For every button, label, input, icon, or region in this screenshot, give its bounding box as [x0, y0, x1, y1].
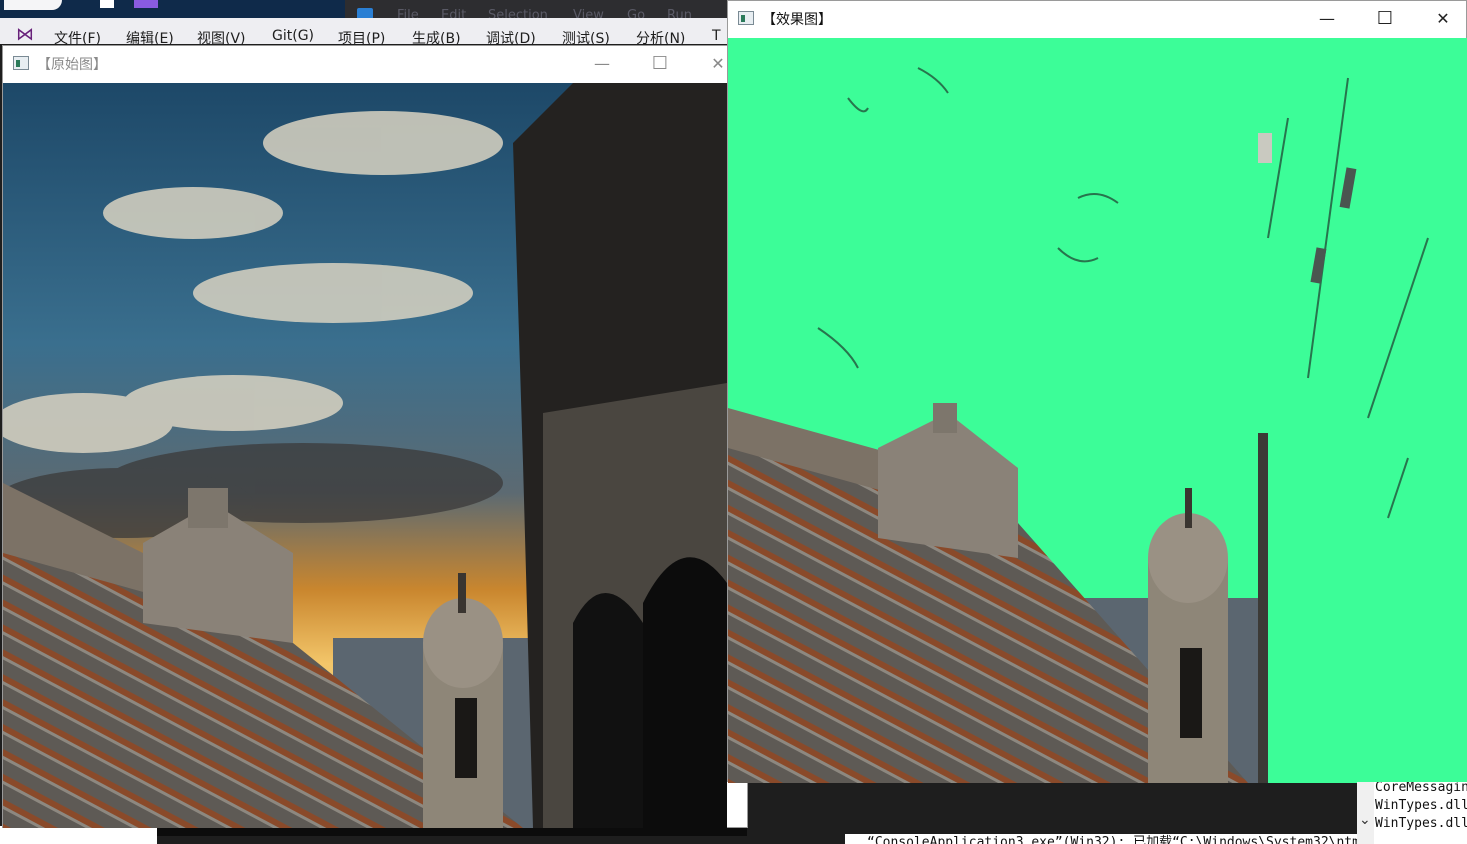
- visual-studio-menubar: ⋈ 文件(F) 编辑(E) 视图(V) Git(G) 项目(P) 生成(B) 调…: [0, 18, 727, 47]
- result-photo-svg: [728, 38, 1467, 783]
- close-button[interactable]: ✕: [1414, 1, 1467, 37]
- visual-studio-icon: ⋈: [16, 24, 34, 45]
- console-line: CoreMessagin: [1375, 782, 1467, 795]
- maximize-button[interactable]: ☐: [1356, 1, 1414, 37]
- menu-git[interactable]: Git(G): [272, 28, 314, 44]
- original-image: [3, 83, 727, 828]
- app-icon-1[interactable]: [4, 0, 62, 10]
- original-window-titlebar[interactable]: 【原始图】 — ☐ ✕: [3, 46, 747, 82]
- original-image-window[interactable]: 【原始图】 — ☐ ✕: [2, 45, 748, 828]
- window-app-icon: [738, 11, 754, 25]
- console-line: WinTypes.dll: [1375, 798, 1467, 813]
- output-console[interactable]: CoreMessagin WinTypes.dll WinTypes.dll ⌄: [1357, 782, 1467, 844]
- scroll-down-icon[interactable]: ⌄: [1359, 812, 1371, 828]
- result-image: [728, 38, 1467, 783]
- maximize-button[interactable]: ☐: [631, 46, 689, 82]
- minimize-button[interactable]: —: [1298, 1, 1356, 37]
- console-bottom-line: “ConsoleApplication3.exe”(Win32): 已加载“C:…: [845, 834, 1357, 844]
- menu-tools[interactable]: T: [712, 28, 721, 44]
- app-icon-2[interactable]: [100, 0, 114, 8]
- background-window-strip: [0, 826, 157, 844]
- result-window-titlebar[interactable]: 【效果图】 — ☐ ✕: [728, 1, 1466, 37]
- result-image-window[interactable]: 【效果图】 — ☐ ✕: [727, 0, 1467, 783]
- taskbar-strip: [0, 0, 345, 18]
- console-line: “ConsoleApplication3.exe”(Win32): 已加载“C:…: [867, 835, 1357, 844]
- console-line: WinTypes.dll: [1375, 816, 1467, 831]
- window-app-icon: [13, 56, 29, 70]
- original-window-title: 【原始图】: [37, 57, 107, 73]
- original-photo-svg: [3, 83, 727, 828]
- minimize-button[interactable]: —: [573, 46, 631, 82]
- vs-logo-icon[interactable]: [134, 0, 158, 8]
- result-window-title: 【效果图】: [762, 12, 832, 28]
